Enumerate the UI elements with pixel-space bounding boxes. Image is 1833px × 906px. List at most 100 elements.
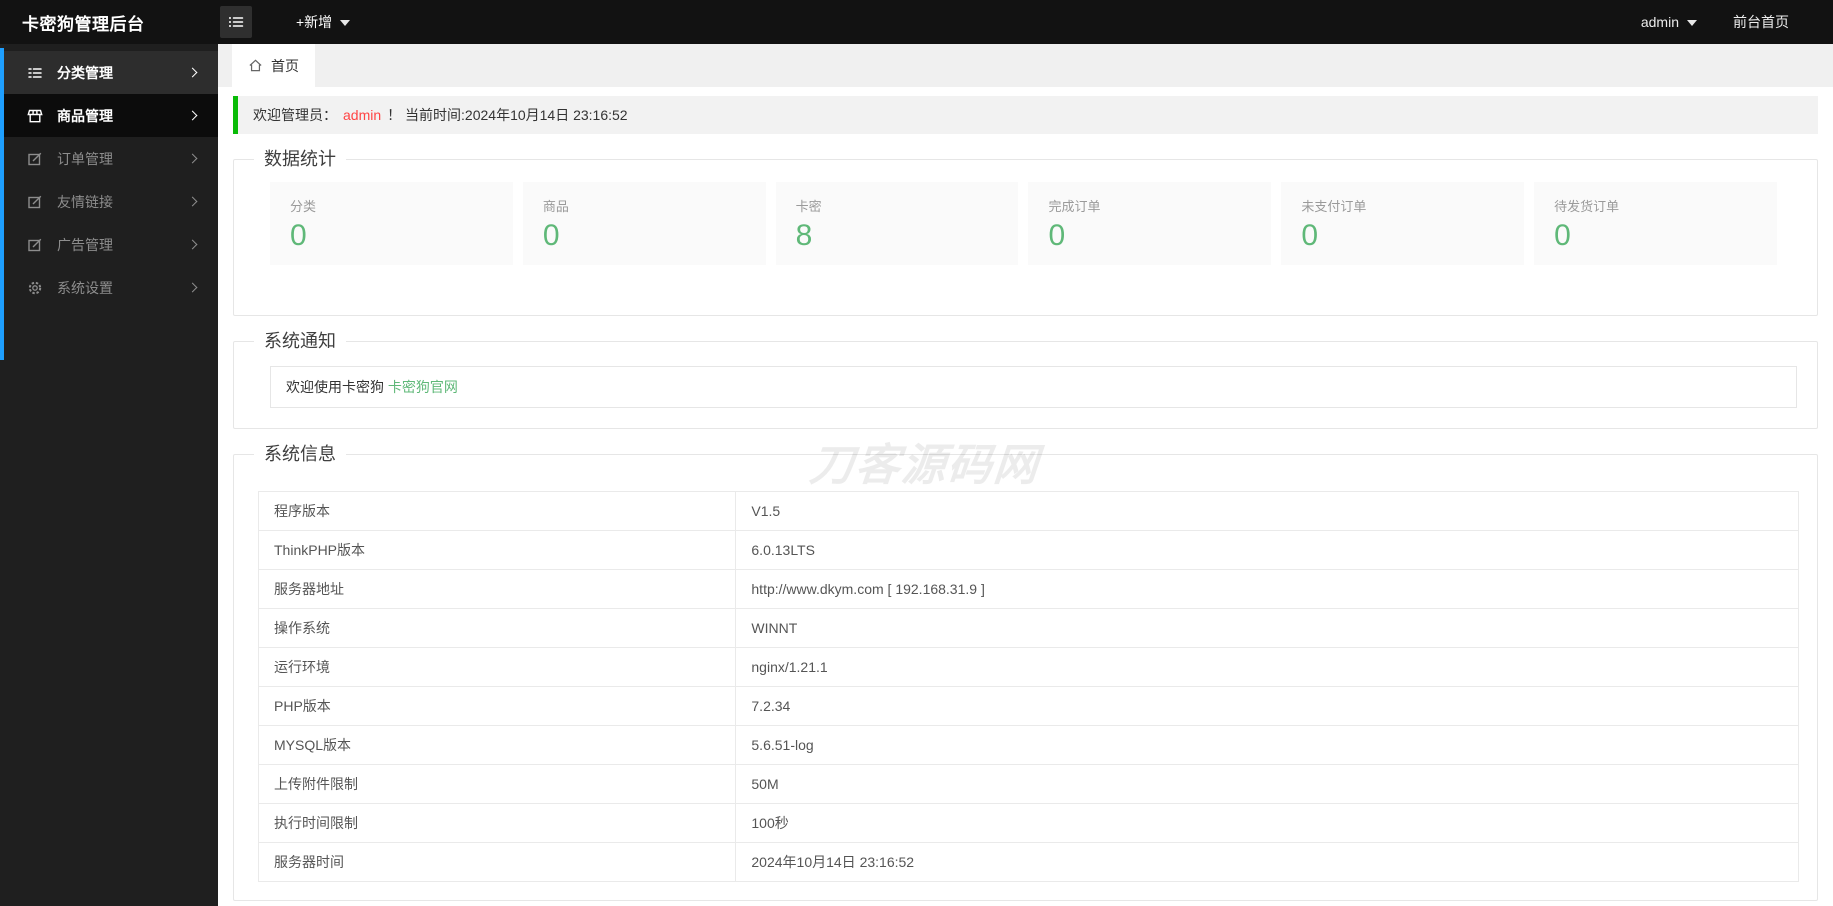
stat-label: 未支付订单 [1301,199,1367,214]
notice-box: 欢迎使用卡密狗 卡密狗官网 [270,366,1797,408]
sidebar-item-product-management[interactable]: 商品管理 [0,94,218,137]
stat-card-cardcode: 卡密 8 [775,182,1019,265]
info-label-cell: ThinkPHP版本 [257,530,737,570]
sidebar: 分类管理 商品管理 订单管理 友情链接 广告管理 系统设置 [0,44,218,906]
sidebar-item-order-management[interactable]: 订单管理 [0,137,218,180]
edit-icon [26,236,44,254]
tab-bar: 首页 [218,44,1833,87]
chevron-right-icon [187,67,198,78]
stats-section: 数据统计 分类 0 商品 0 卡密 8 完成订单 0 未支付订单 0 待发货订单… [233,148,1818,316]
notice-section: 系统通知 欢迎使用卡密狗 卡密狗官网 [233,330,1818,429]
chevron-right-icon [187,282,198,293]
new-dropdown-label: +新增 [296,14,333,30]
sidebar-item-label: 商品管理 [57,107,113,124]
sidebar-item-label: 分类管理 [57,64,113,81]
stat-card-product: 商品 0 [522,182,766,265]
info-value-cell: 2024年10月14日 23:16:52 [735,842,1799,882]
sysinfo-table: 程序版本 V1.5 ThinkPHP版本 6.0.13LTS 服务器地址 htt… [257,491,1799,882]
table-row: 服务器地址 http://www.dkym.com [ 192.168.31.9… [257,569,1799,609]
welcome-suffix: ！ 当前时间:2024年10月14日 23:16:52 [387,107,628,123]
info-label-cell: 程序版本 [257,491,737,531]
table-row: 运行环境 nginx/1.21.1 [257,647,1799,687]
notice-legend: 系统通知 [264,331,336,351]
user-dropdown[interactable]: admin [1641,14,1697,30]
stat-value: 0 [290,219,307,252]
welcome-prefix: 欢迎管理员： [253,107,337,123]
info-value-cell: http://www.dkym.com [ 192.168.31.9 ] [735,569,1799,609]
app-title: 卡密狗管理后台 [22,14,145,34]
official-site-link[interactable]: 卡密狗官网 [388,379,458,395]
info-label-cell: MYSQL版本 [257,725,737,765]
stat-value: 0 [542,219,560,252]
notice-text: 欢迎使用卡密狗 [286,379,388,395]
sysinfo-legend: 系统信息 [264,444,336,464]
welcome-admin-name: admin [343,107,382,123]
hamburger-icon [229,17,244,27]
sidebar-item-label: 友情链接 [57,193,113,210]
collapse-sidebar-button[interactable] [220,6,252,38]
stat-value: 8 [795,219,813,252]
info-value-cell: V1.5 [735,491,1799,531]
chevron-right-icon [187,239,198,250]
info-value-cell: 7.2.34 [735,686,1799,726]
info-value-cell: 5.6.51-log [735,725,1799,765]
info-label-cell: 操作系统 [257,608,737,648]
caret-down-icon [340,20,351,26]
info-label-cell: 上传附件限制 [257,764,737,804]
sidebar-scrollbar[interactable] [0,48,4,360]
sidebar-item-label: 广告管理 [57,236,113,253]
edit-icon [26,193,44,211]
username-label: admin [1640,14,1679,30]
chevron-right-icon [187,110,198,121]
info-value-cell: 6.0.13LTS [735,530,1799,570]
new-dropdown[interactable]: +新增 [296,12,351,32]
tab-home-label: 首页 [271,57,299,74]
caret-down-icon [1687,20,1697,26]
stat-label: 卡密 [795,199,822,214]
stats-row: 分类 0 商品 0 卡密 8 完成订单 0 未支付订单 0 待发货订单 0 [234,170,1817,315]
stat-card-pending-shipment-orders: 待发货订单 0 [1534,182,1777,265]
table-row: ThinkPHP版本 6.0.13LTS [257,530,1799,570]
sidebar-item-label: 订单管理 [57,150,113,167]
info-label-cell: 执行时间限制 [257,803,737,843]
welcome-alert: 欢迎管理员： admin ！ 当前时间:2024年10月14日 23:16:52 [233,96,1818,134]
sysinfo-section: 系统信息 程序版本 V1.5 ThinkPHP版本 6.0.13LTS 服务器地… [233,443,1818,901]
info-value-cell: WINNT [735,608,1799,648]
stat-card-unpaid-orders: 未支付订单 0 [1281,182,1525,265]
table-row: 上传附件限制 50M [257,764,1799,804]
tab-home[interactable]: 首页 [232,44,315,87]
stat-label: 完成订单 [1048,199,1101,214]
table-row: MYSQL版本 5.6.51-log [257,725,1799,765]
stat-value: 0 [1048,219,1066,252]
chevron-right-icon [187,196,198,207]
table-row: 服务器时间 2024年10月14日 23:16:52 [257,842,1799,882]
stat-value: 0 [1554,219,1571,252]
sidebar-item-ad-management[interactable]: 广告管理 [0,223,218,266]
table-row: 程序版本 V1.5 [257,491,1799,531]
stat-label: 待发货订单 [1554,199,1620,214]
info-label-cell: 服务器地址 [257,569,737,609]
info-label-cell: 运行环境 [257,647,737,687]
table-row: 操作系统 WINNT [257,608,1799,648]
stat-card-category: 分类 0 [270,182,513,265]
info-value-cell: 50M [735,764,1799,804]
sidebar-item-system-settings[interactable]: 系统设置 [0,266,218,309]
front-home-link[interactable]: 前台首页 [1733,12,1789,32]
info-value-cell: 100秒 [735,803,1799,843]
info-label-cell: PHP版本 [257,686,737,726]
info-label-cell: 服务器时间 [257,842,737,882]
stats-legend: 数据统计 [264,149,336,169]
sidebar-item-friendly-links[interactable]: 友情链接 [0,180,218,223]
chevron-right-icon [187,153,198,164]
stat-card-completed-orders: 完成订单 0 [1028,182,1272,265]
stat-value: 0 [1301,219,1318,252]
table-row: 执行时间限制 100秒 [257,803,1799,843]
sidebar-item-category-management[interactable]: 分类管理 [0,51,218,94]
gear-icon [26,279,44,297]
shop-icon [26,107,44,125]
edit-icon [26,150,44,168]
table-row: PHP版本 7.2.34 [257,686,1799,726]
stat-label: 商品 [542,199,569,214]
stat-label: 分类 [290,199,317,214]
topbar: 卡密狗管理后台 +新增 admin 前台首页 [0,0,1833,44]
